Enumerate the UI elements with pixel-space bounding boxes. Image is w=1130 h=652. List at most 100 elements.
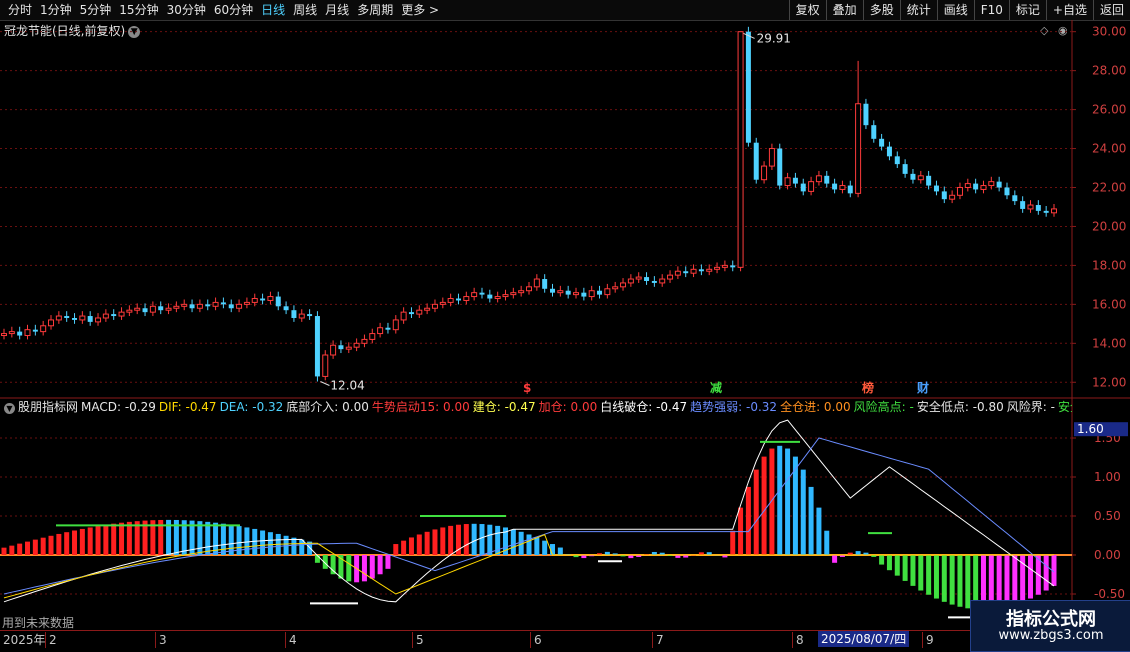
current-value-label: 1.60 (1077, 422, 1104, 436)
candle-body (8, 331, 15, 335)
toolbar-button-6[interactable]: 标记 (1008, 0, 1046, 20)
macd-bar (879, 555, 885, 565)
candle-body (627, 278, 634, 284)
macd-bar (1027, 555, 1033, 599)
indicator-item-10: 全仓进: 0.00 (780, 400, 851, 414)
candle-body (847, 185, 853, 194)
candle-body (949, 194, 956, 200)
period-tab-3[interactable]: 15分钟 (115, 2, 162, 18)
macd-bar (291, 537, 297, 555)
candle-body (353, 342, 360, 348)
price-tick-label: 14.00 (1092, 336, 1126, 350)
macd-bar (393, 544, 399, 555)
macd-bar (244, 527, 250, 555)
candle-body (784, 177, 791, 187)
candle-body (651, 280, 657, 283)
date-axis-month-8: 9 (922, 632, 934, 648)
macd-bar (72, 530, 78, 555)
macd-bar (816, 507, 822, 555)
macd-bar (761, 456, 767, 555)
macd-bar (79, 528, 85, 555)
candle-body (126, 309, 133, 313)
candle-body (487, 294, 493, 299)
macd-bar (918, 555, 924, 591)
candle-body (158, 306, 164, 311)
macd-bar (471, 523, 477, 555)
period-tab-6[interactable]: 日线 (257, 2, 289, 18)
toolbar-button-7[interactable]: +自选 (1045, 0, 1093, 20)
period-tab-2[interactable]: 5分钟 (76, 2, 116, 18)
period-tab-1[interactable]: 1分钟 (36, 2, 76, 18)
macd-bar (463, 524, 469, 555)
candle-body (902, 164, 908, 174)
macd-bar (330, 555, 336, 575)
toolbar-button-5[interactable]: F10 (973, 0, 1009, 20)
macd-bar (252, 528, 258, 555)
macd-bar (902, 555, 908, 581)
future-data-note: 用到未来数据 (2, 616, 75, 630)
candle-body (917, 175, 924, 181)
macd-bar (824, 530, 830, 555)
candle-body (291, 310, 297, 318)
candle-body (635, 276, 642, 280)
candle-body (659, 278, 666, 284)
macd-bar (103, 524, 109, 555)
indicator-menu-icon[interactable]: ▼ (4, 403, 15, 414)
candle-body (1035, 205, 1041, 211)
toolbar-button-8[interactable]: 返回 (1092, 0, 1130, 20)
macd-bar (1043, 555, 1049, 591)
toolbar-button-3[interactable]: 统计 (899, 0, 937, 20)
macd-bar (361, 555, 367, 582)
candle-body (251, 298, 258, 303)
high-price-label: 29.91 (757, 31, 791, 45)
candle-body (463, 296, 470, 301)
period-tab-0[interactable]: 分时 (4, 2, 36, 18)
toolbar-button-4[interactable]: 画线 (936, 0, 974, 20)
macd-bar (542, 540, 548, 555)
macd-bar (17, 543, 23, 555)
period-tab-9[interactable]: 多周期 (353, 2, 397, 18)
candle-body (447, 298, 454, 303)
candle-body (400, 311, 407, 321)
candle-body (815, 175, 822, 183)
macd-bar (910, 555, 916, 586)
toolbar-button-0[interactable]: 复权 (788, 0, 826, 20)
candle-body (855, 103, 862, 194)
toolbar-button-2[interactable]: 多股 (862, 0, 900, 20)
macd-bar (745, 486, 751, 555)
candle-body (260, 298, 266, 301)
period-tab-7[interactable]: 周线 (289, 2, 321, 18)
indicator-item-14: 安全界: -0 (1057, 400, 1072, 414)
period-tab-5[interactable]: 60分钟 (210, 2, 257, 18)
period-tab-10[interactable]: 更多 > (397, 2, 443, 18)
event-marker-1: 减 (710, 380, 722, 395)
toolbar-button-1[interactable]: 叠加 (825, 0, 863, 20)
indicator-item-13: 风险界: - (1006, 400, 1055, 414)
macd-bar (56, 533, 62, 555)
macd-bar (855, 551, 861, 555)
period-tab-8[interactable]: 月线 (321, 2, 353, 18)
date-axis-month-1: 2 (45, 632, 57, 648)
candle-body (87, 316, 93, 322)
candle-body (298, 313, 305, 319)
macd-bar (205, 521, 211, 555)
candle-body (565, 290, 571, 295)
candle-body (597, 290, 603, 295)
candle-body (973, 183, 979, 190)
candle-body (644, 277, 650, 281)
candle-body (620, 282, 627, 288)
macd-bar (432, 529, 438, 555)
candle-body (542, 279, 548, 289)
candle-body (494, 296, 501, 300)
period-tab-4[interactable]: 30分钟 (163, 2, 210, 18)
top-toolbar: 分时 1分钟 5分钟 15分钟 30分钟 60分钟 日线 周线 月线 多周期 更多 > 复权 叠加 多股… (0, 0, 1130, 21)
macd-bar (377, 555, 383, 575)
indicator-item-8: 白线破仓: -0.47 (600, 400, 688, 414)
macd-bar (832, 555, 838, 563)
candle-body (134, 307, 141, 311)
candle-body (604, 288, 611, 296)
candle-body (392, 319, 399, 331)
indicator-item-4: 底部介入: 0.00 (286, 400, 369, 414)
macd-bar (25, 541, 31, 555)
date-axis-month-4: 5 (412, 632, 424, 648)
